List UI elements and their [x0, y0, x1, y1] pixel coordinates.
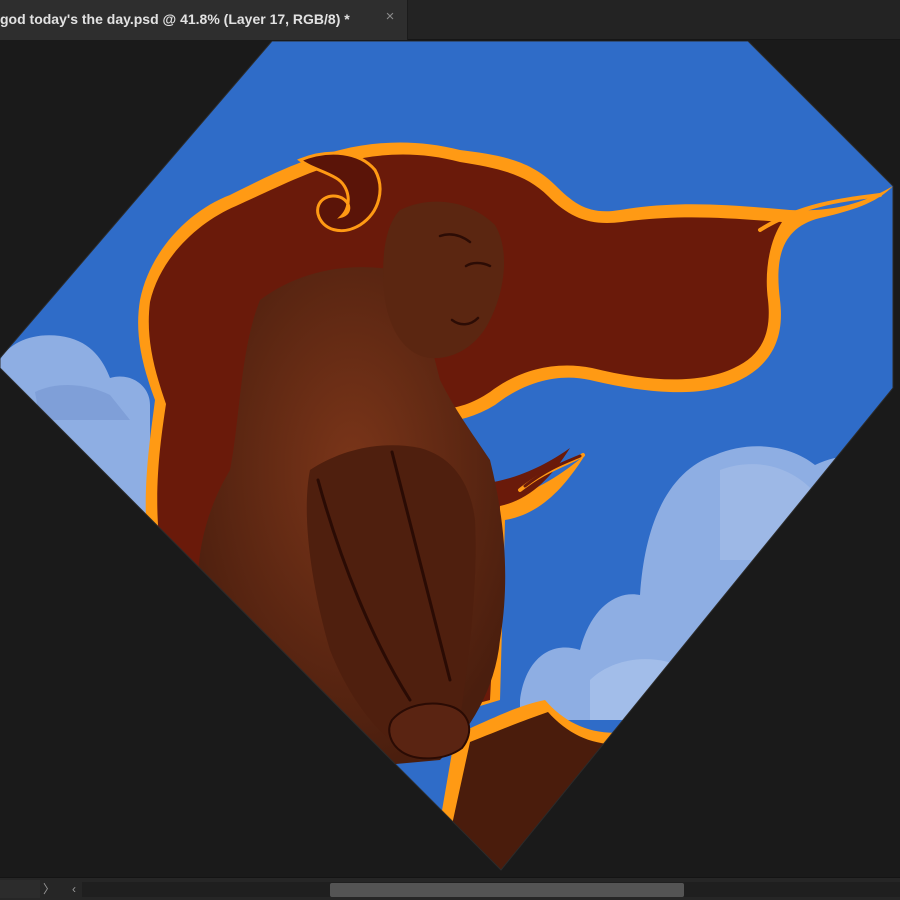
- close-icon[interactable]: ×: [382, 9, 398, 25]
- hands: [388, 702, 471, 760]
- status-info-field: [0, 880, 40, 898]
- scrollbar-thumb[interactable]: [330, 883, 684, 897]
- canvas-area[interactable]: [0, 41, 900, 877]
- artwork-image: [0, 41, 893, 870]
- artwork-canvas: [0, 41, 894, 871]
- document-tab[interactable]: god today's the day.psd @ 41.8% (Layer 1…: [0, 0, 408, 40]
- horizontal-scrollbar[interactable]: [82, 882, 900, 897]
- status-bar: 〉 ‹: [0, 877, 900, 900]
- document-tab-bar: god today's the day.psd @ 41.8% (Layer 1…: [0, 0, 900, 40]
- chevron-right-icon[interactable]: 〉: [43, 880, 55, 898]
- document-tab-title: god today's the day.psd @ 41.8% (Layer 1…: [0, 11, 350, 27]
- chevron-left-icon[interactable]: ‹: [68, 880, 80, 898]
